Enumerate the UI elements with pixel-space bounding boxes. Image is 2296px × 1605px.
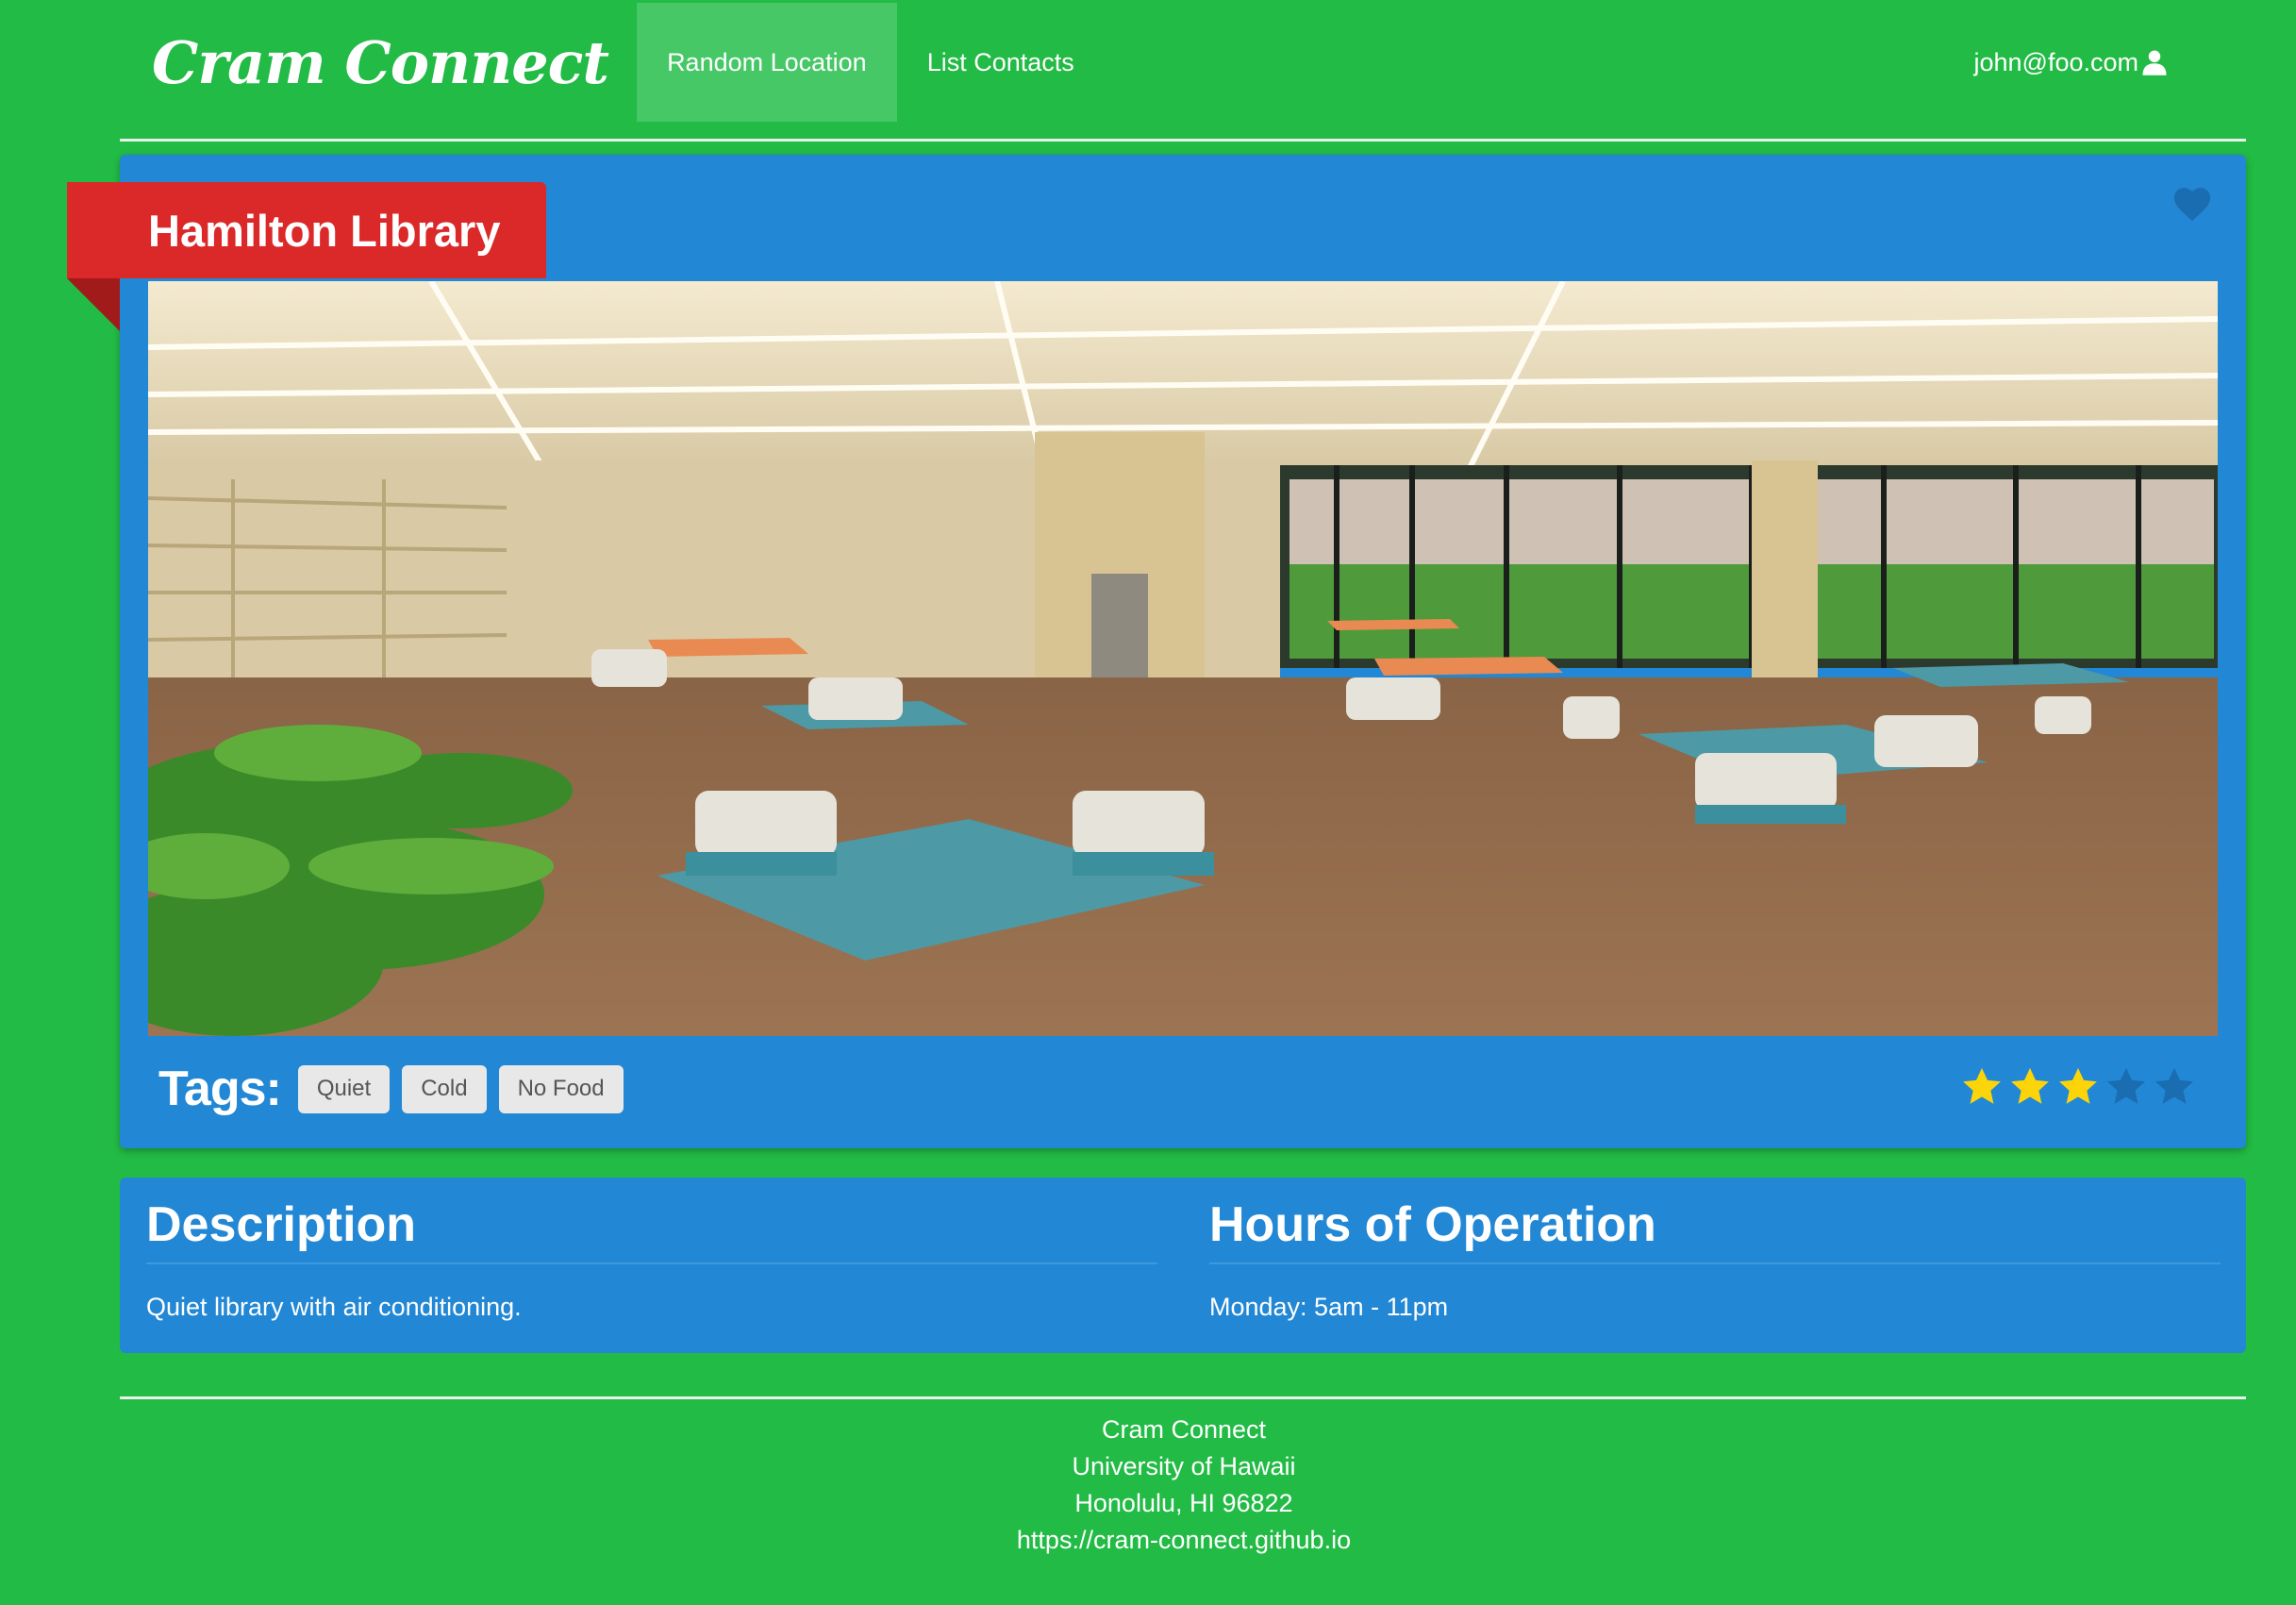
star-icon[interactable] bbox=[2008, 1065, 2052, 1109]
nav-random-location[interactable]: Random Location bbox=[637, 3, 897, 122]
tag-cold[interactable]: Cold bbox=[402, 1064, 487, 1113]
tag-quiet[interactable]: Quiet bbox=[297, 1064, 391, 1113]
star-icon[interactable] bbox=[1960, 1065, 2004, 1109]
nav-list-contacts[interactable]: List Contacts bbox=[897, 3, 1105, 122]
footer-line-address: Honolulu, HI 96822 bbox=[1074, 1489, 1293, 1517]
brand-logo[interactable]: Cram Connect bbox=[152, 28, 609, 97]
user-email: john@foo.com bbox=[1973, 47, 2139, 76]
location-name-ribbon: Hamilton Library bbox=[67, 182, 546, 278]
hours-title: Hours of Operation bbox=[1209, 1197, 1656, 1252]
tags-label: Tags: bbox=[158, 1062, 282, 1116]
hours-divider bbox=[1209, 1262, 2221, 1264]
navbar: Cram Connect Random Location List Contac… bbox=[120, 3, 2206, 122]
info-panel bbox=[120, 1178, 2246, 1353]
footer: Cram Connect University of Hawaii Honolu… bbox=[0, 1412, 2296, 1559]
description-divider bbox=[146, 1262, 1157, 1264]
star-icon[interactable] bbox=[2105, 1065, 2148, 1109]
ribbon-fold bbox=[67, 278, 120, 331]
description-title: Description bbox=[146, 1197, 417, 1252]
hours-text: Monday: 5am - 11pm bbox=[1209, 1293, 1449, 1321]
heart-icon[interactable] bbox=[2171, 185, 2213, 223]
user-icon bbox=[2142, 50, 2167, 75]
star-icon[interactable] bbox=[2056, 1065, 2100, 1109]
star-icon[interactable] bbox=[2153, 1065, 2196, 1109]
user-menu[interactable]: john@foo.com bbox=[1974, 48, 2170, 77]
header-divider bbox=[120, 139, 2246, 142]
study-room-photo bbox=[148, 281, 2218, 1036]
footer-divider bbox=[120, 1396, 2246, 1399]
tags-row: Tags: Quiet Cold No Food bbox=[158, 1061, 636, 1117]
footer-link[interactable]: https://cram-connect.github.io bbox=[0, 1522, 2296, 1559]
tag-no-food[interactable]: No Food bbox=[498, 1064, 624, 1113]
description-text: Quiet library with air conditioning. bbox=[146, 1293, 522, 1321]
star-rating[interactable] bbox=[1960, 1065, 2201, 1109]
footer-line-brand: Cram Connect bbox=[1101, 1415, 1267, 1444]
footer-line-university: University of Hawaii bbox=[1072, 1452, 1296, 1480]
